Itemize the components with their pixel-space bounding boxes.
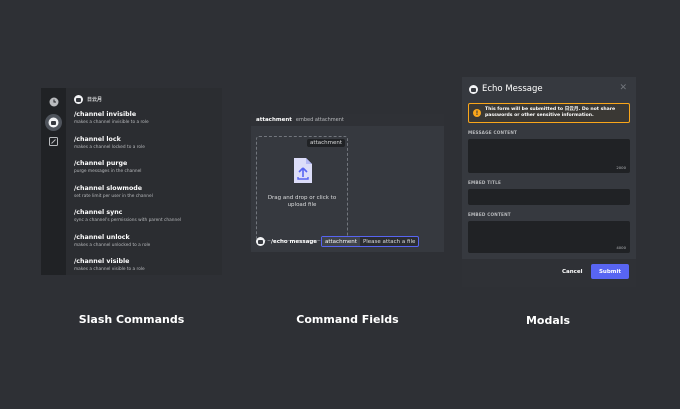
caption-command-fields: Command Fields xyxy=(296,313,399,326)
file-dropzone[interactable]: attachment Drag and drop or click to upl… xyxy=(256,136,348,241)
attachment-option-field[interactable]: attachment Please attach a file xyxy=(321,236,420,247)
attachment-tag: attachment xyxy=(307,139,345,147)
warning-banner: ! This form will be submitted to 日云月. Do… xyxy=(468,103,630,123)
command-name: /channel visible xyxy=(74,258,130,265)
command-name: /echo message xyxy=(271,238,317,245)
embed-title-label: EMBED TITLE xyxy=(468,180,502,185)
command-description: set rate limit per user in the channel xyxy=(74,193,153,199)
option-hint-description: embed attachment xyxy=(295,117,344,123)
warning-icon: ! xyxy=(473,109,481,117)
message-content-count: 2000 xyxy=(616,165,626,170)
bot-name: 日云月 xyxy=(87,96,103,103)
command-item-channel-unlock[interactable]: /channel unlock makes a channel unlocked… xyxy=(66,231,222,256)
command-description: purge messages in the channel xyxy=(74,169,142,174)
embed-title-field[interactable] xyxy=(468,189,630,205)
caption-slash-commands: Slash Commands xyxy=(78,313,185,326)
bot-avatar-icon[interactable] xyxy=(45,114,62,131)
command-category-rail xyxy=(41,88,66,275)
command-name: /channel invisible xyxy=(74,111,137,118)
command-list-header: 日云月 xyxy=(66,88,222,108)
command-item-channel-visible[interactable]: /channel visible makes a channel visible… xyxy=(66,255,222,275)
embed-content-label: EMBED CONTENT xyxy=(468,212,511,217)
modal-footer: Cancel Submit xyxy=(462,259,636,287)
command-item-channel-purge[interactable]: /channel purge purge messages in the cha… xyxy=(66,157,222,182)
message-content-label: MESSAGE CONTENT xyxy=(468,130,518,135)
command-item-channel-slowmode[interactable]: /channel slowmode set rate limit per use… xyxy=(66,182,222,207)
command-list: 日云月 /channel invisible makes a channel i… xyxy=(66,88,222,275)
command-description: makes a channel invisible to a role xyxy=(74,120,149,125)
option-placeholder: Please attach a file xyxy=(362,238,416,245)
embed-content-field[interactable]: 4000 xyxy=(468,221,630,253)
command-item-channel-lock[interactable]: /channel lock makes a channel locked to … xyxy=(66,133,222,158)
bot-avatar-icon xyxy=(256,237,265,246)
command-description: makes a channel locked to a role xyxy=(74,144,145,150)
cancel-button[interactable]: Cancel xyxy=(562,269,583,275)
bot-avatar-icon xyxy=(469,84,478,94)
command-name: /channel purge xyxy=(74,160,128,167)
command-name: /channel lock xyxy=(74,135,121,143)
command-input-row: /echo message attachment Please attach a… xyxy=(256,236,420,247)
command-name: /channel sync xyxy=(74,209,123,216)
command-name: /channel slowmode xyxy=(74,184,143,192)
edit-icon[interactable] xyxy=(47,135,60,148)
message-content-field[interactable]: 2000 xyxy=(468,139,630,173)
submit-button[interactable]: Submit xyxy=(591,264,629,279)
dropzone-text: Drag and drop or click to upload file xyxy=(267,195,337,208)
command-name: /channel unlock xyxy=(74,233,130,241)
command-item-channel-invisible[interactable]: /channel invisible makes a channel invis… xyxy=(66,108,222,133)
upload-file-icon xyxy=(294,158,312,183)
command-description: sync a channel's permissions with parent… xyxy=(74,218,182,223)
command-description: makes a channel unlocked to a role xyxy=(74,242,151,248)
bot-avatar-icon xyxy=(74,94,83,104)
caption-modals: Modals xyxy=(525,314,571,327)
option-hint-bar: attachment embed attachment xyxy=(251,114,444,126)
modal-header: Echo Message ✕ xyxy=(462,77,636,101)
modal-title: Echo Message xyxy=(482,84,543,94)
option-hint-name: attachment xyxy=(256,117,292,123)
clock-icon[interactable] xyxy=(47,95,60,108)
command-description: makes a channel visible to a role xyxy=(74,267,145,272)
warning-text: This form will be submitted to 日云月. Do n… xyxy=(485,107,616,118)
slash-commands-panel: 日云月 /channel invisible makes a channel i… xyxy=(41,88,222,275)
option-key: attachment xyxy=(322,237,360,246)
echo-message-modal: Echo Message ✕ ! This form will be submi… xyxy=(462,77,636,287)
command-item-channel-sync[interactable]: /channel sync sync a channel's permissio… xyxy=(66,206,222,231)
close-icon[interactable]: ✕ xyxy=(619,83,627,93)
embed-content-count: 4000 xyxy=(616,245,626,250)
command-fields-panel: attachment embed attachment attachment D… xyxy=(251,114,444,252)
